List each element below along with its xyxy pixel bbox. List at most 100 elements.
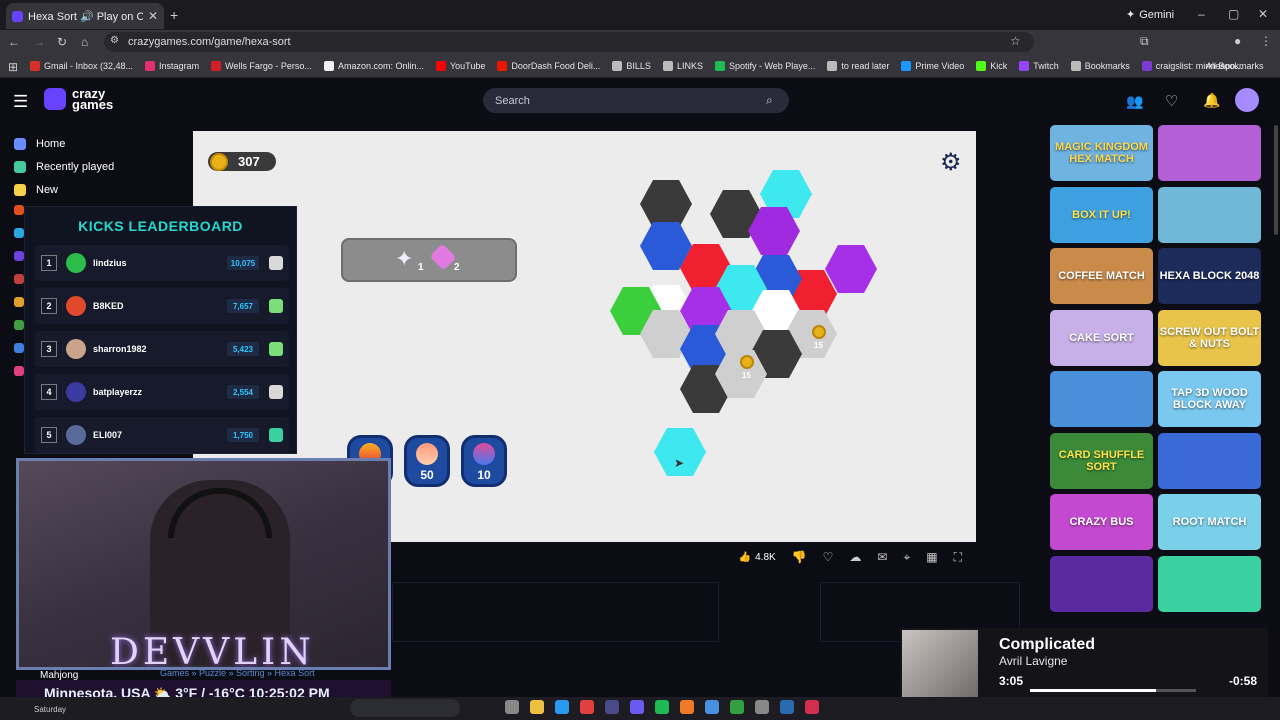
taskbar-app-icon[interactable] — [705, 700, 719, 714]
booster-button[interactable]: 50 — [404, 435, 450, 487]
bookmark-item[interactable]: BILLS — [612, 61, 651, 71]
game-thumbnail[interactable]: SCREW OUT BOLT & NUTS — [1158, 309, 1261, 366]
bookmark-item[interactable]: Spotify - Web Playe... — [714, 61, 815, 71]
new-tab-icon[interactable]: + — [170, 7, 178, 23]
back-icon[interactable]: ← — [8, 35, 20, 49]
taskbar-app-icon[interactable] — [680, 700, 694, 714]
bookmark-item[interactable]: Twitch — [1019, 61, 1059, 71]
game-thumbnail[interactable] — [1158, 432, 1261, 489]
game-thumbnail[interactable]: CAKE SORT — [1050, 309, 1153, 366]
taskbar-app-icon[interactable] — [805, 700, 819, 714]
close-window-icon[interactable]: ✕ — [1258, 7, 1268, 21]
maximize-icon[interactable]: ▢ — [1228, 7, 1239, 21]
game-thumbnail[interactable]: COFFEE MATCH — [1050, 248, 1153, 304]
sidebar-category-icon[interactable] — [14, 366, 24, 376]
bookmark-item[interactable]: Amazon.com: Onlin... — [323, 61, 424, 71]
bookmark-star-icon[interactable]: ☆ — [1010, 34, 1021, 48]
taskbar-app-icon[interactable] — [605, 700, 619, 714]
game-thumbnail[interactable] — [1050, 555, 1153, 612]
home-icon[interactable]: ⌂ — [81, 35, 88, 49]
cloud-save-icon[interactable]: ☁ — [849, 550, 861, 564]
crosshair-icon[interactable]: ⌖ — [903, 550, 910, 565]
crazygames-logo[interactable]: crazy games — [44, 87, 113, 111]
hex-tile[interactable] — [640, 180, 692, 228]
search-icon[interactable]: ⌕ — [766, 93, 773, 108]
game-thumbnail[interactable]: BOX IT UP! — [1050, 186, 1153, 243]
bookmark-item[interactable]: DoorDash Food Deli... — [497, 61, 600, 71]
username: ELI007 — [93, 430, 123, 440]
feedback-icon[interactable]: ✉ — [877, 550, 887, 564]
browser-tab[interactable]: Hexa Sort 🔊 Play on Crazy ✕ — [6, 3, 164, 29]
taskbar-app-icon[interactable] — [505, 700, 519, 714]
profile-icon[interactable]: ● — [1234, 34, 1241, 48]
thumbs-down-icon[interactable]: 👎 — [792, 550, 807, 564]
reload-icon[interactable]: ↻ — [57, 35, 67, 49]
bookmark-item[interactable]: Prime Video — [901, 61, 964, 71]
taskbar-app-icon[interactable] — [780, 700, 794, 714]
game-thumbnail[interactable]: CARD SHUFFLE SORT — [1050, 432, 1153, 489]
bookmark-item[interactable]: LINKS — [662, 61, 703, 71]
address-bar[interactable]: crazygames.com/game/hexa-sort — [104, 32, 1034, 52]
gemini-button[interactable]: ✦ Gemini — [1126, 8, 1174, 22]
sidebar-item[interactable]: Home — [0, 132, 132, 155]
taskbar-search[interactable] — [350, 699, 460, 717]
game-thumbnail[interactable] — [1158, 125, 1261, 181]
game-thumbnail[interactable]: HEXA BLOCK 2048 — [1158, 248, 1261, 304]
bookmark-item[interactable]: Instagram — [145, 61, 199, 71]
bookmark-label: Bookmarks — [1084, 61, 1130, 71]
sidebar-category-icon[interactable] — [14, 343, 24, 353]
sidebar-category-icon[interactable] — [14, 251, 24, 261]
bookmark-item[interactable]: YouTube — [435, 61, 485, 71]
extensions-icon[interactable]: ⧉ — [1140, 34, 1149, 49]
bookmark-item[interactable]: Bookmarks — [1070, 61, 1130, 71]
game-thumbnail[interactable]: TAP 3D WOOD BLOCK AWAY — [1158, 371, 1261, 427]
sidebar-category-icon[interactable] — [14, 228, 24, 238]
minimize-icon[interactable]: – — [1198, 7, 1205, 21]
search-input[interactable]: Search — [483, 88, 789, 113]
game-thumbnail[interactable]: CRAZY BUS — [1050, 494, 1153, 550]
thumbs-up-icon: 👍 — [738, 551, 752, 563]
sidebar-category-icon[interactable] — [14, 274, 24, 284]
fullscreen-icon[interactable]: ⛶ — [954, 550, 962, 565]
booster-button[interactable]: 10 — [461, 435, 507, 487]
grid-scrollbar[interactable] — [1274, 125, 1278, 235]
game-thumbnail[interactable] — [1158, 186, 1261, 243]
friends-icon[interactable]: 👥 — [1126, 93, 1143, 110]
game-thumbnail[interactable]: MAGIC KINGDOM HEX MATCH — [1050, 125, 1153, 181]
user-avatar[interactable] — [1235, 88, 1259, 112]
game-thumbnail[interactable] — [1050, 371, 1153, 427]
close-tab-icon[interactable]: ✕ — [148, 9, 158, 23]
hamburger-menu-icon[interactable]: ☰ — [13, 92, 28, 112]
all-bookmarks[interactable]: All Bookmarks — [1206, 61, 1264, 71]
notifications-bell-icon[interactable]: 🔔 — [1203, 92, 1220, 109]
menu-icon[interactable]: ⋮ — [1260, 34, 1272, 48]
favorite-heart-icon[interactable]: ♡ — [823, 550, 834, 564]
like-button[interactable]: 👍 4.8K — [739, 552, 776, 563]
bookmark-item[interactable]: to read later — [827, 61, 889, 71]
taskbar-app-icon[interactable] — [755, 700, 769, 714]
bookmark-item[interactable]: Wells Fargo - Perso... — [211, 61, 312, 71]
bookmark-item[interactable]: Kick — [976, 61, 1007, 71]
taskbar-app-icon[interactable] — [555, 700, 569, 714]
taskbar-app-icon[interactable] — [730, 700, 744, 714]
taskbar-app-icon[interactable] — [630, 700, 644, 714]
sidebar-category-icon[interactable] — [14, 297, 24, 307]
game-thumbnail[interactable] — [1158, 555, 1261, 612]
sidebar-item[interactable]: New — [0, 178, 132, 201]
taskbar-app-icon[interactable] — [530, 700, 544, 714]
taskbar-app-icon[interactable] — [580, 700, 594, 714]
sidebar-item[interactable]: Recently played — [0, 155, 132, 178]
settings-gear-icon[interactable]: ⚙ — [940, 148, 962, 177]
game-thumbnail[interactable]: ROOT MATCH — [1158, 494, 1261, 550]
taskbar-app-icon[interactable] — [655, 700, 669, 714]
site-info-icon[interactable]: ⚙ — [110, 35, 119, 46]
apps-grid-icon[interactable]: ⊞ — [8, 60, 18, 74]
sidebar-category-icon[interactable] — [14, 205, 24, 215]
bookmark-label: Kick — [990, 61, 1008, 71]
forward-icon[interactable]: → — [33, 35, 45, 49]
favorites-heart-icon[interactable]: ♡ — [1165, 92, 1178, 110]
sidebar-category-icon[interactable] — [14, 320, 24, 330]
bookmark-item[interactable]: Gmail - Inbox (32,48... — [30, 61, 133, 71]
layout-icon[interactable]: ▦ — [926, 550, 937, 564]
hex-tile[interactable] — [825, 245, 877, 293]
